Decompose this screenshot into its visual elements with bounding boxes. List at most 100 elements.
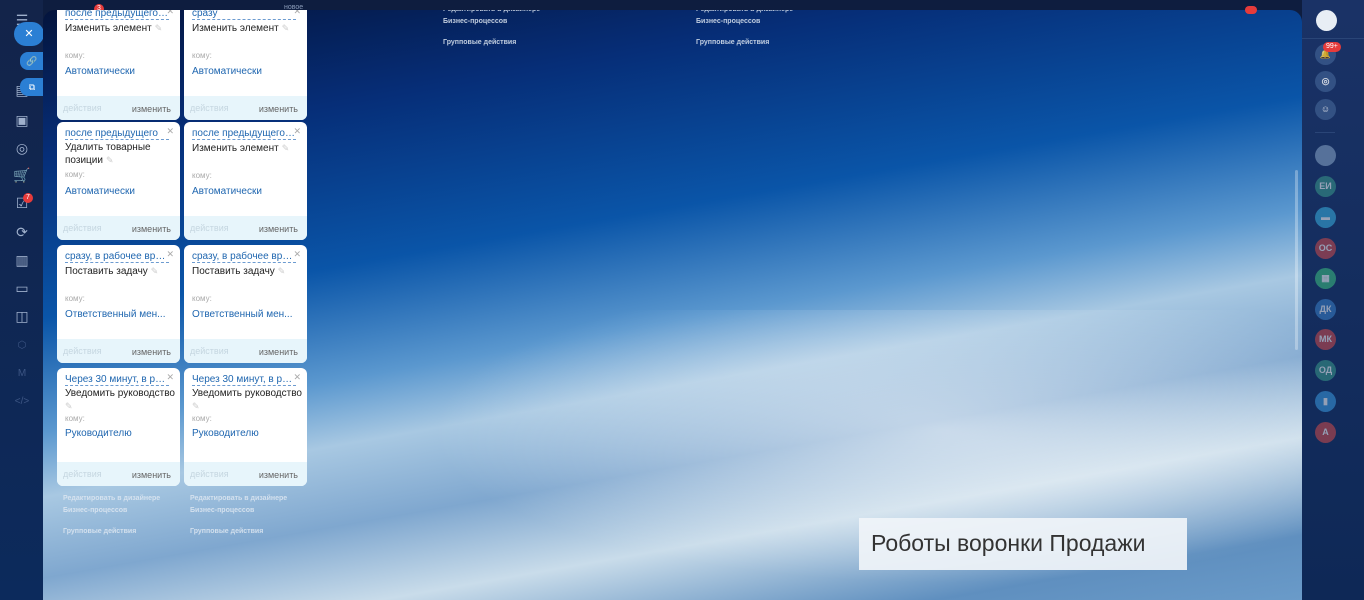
edit-button[interactable]: изменить	[132, 470, 171, 480]
close-icon[interactable]: ✕	[293, 126, 301, 137]
robot-condition-link[interactable]: после предыдущего, п...	[65, 10, 169, 20]
messages-icon[interactable]: ☺	[1315, 99, 1336, 120]
card-footer: действия изменить	[184, 339, 307, 363]
robot-card[interactable]: Через 30 минут, в раб... ✕ Уведомить рук…	[184, 368, 307, 486]
robots-panel: после предыдущего, п... ✕ Изменить элеме…	[43, 10, 1302, 600]
pencil-icon[interactable]: ✎	[151, 266, 159, 276]
bp-link[interactable]: Бизнес-процессов	[696, 16, 793, 28]
robot-condition-link[interactable]: сразу	[192, 10, 296, 20]
group-actions-link[interactable]: Групповые действия	[190, 526, 287, 538]
close-icon[interactable]: ✕	[166, 372, 174, 383]
close-button[interactable]: ✕	[14, 22, 44, 46]
box-icon[interactable]: ⬡	[12, 336, 32, 356]
contact-avatar[interactable]: ЕИ	[1315, 176, 1336, 197]
edit-button[interactable]: изменить	[132, 347, 171, 357]
card-footer: действия изменить	[57, 339, 180, 363]
responsible-link[interactable]: Ответственный мен...	[65, 309, 166, 320]
column-footer: Редактировать в дизайнереБизнес-процессо…	[696, 10, 793, 49]
news-icon[interactable]: ▦	[1315, 268, 1336, 289]
contact-avatar[interactable]: А	[1315, 422, 1336, 443]
open-new-window-button[interactable]: ⧉	[20, 78, 44, 96]
responsible-link[interactable]: Руководителю	[65, 428, 132, 439]
contact-avatar[interactable]	[1315, 145, 1336, 166]
edit-button[interactable]: изменить	[259, 470, 298, 480]
card-footer: действия изменить	[57, 96, 180, 120]
pencil-icon[interactable]: ✎	[192, 400, 302, 412]
scrollbar[interactable]	[1295, 170, 1298, 350]
responsible-link[interactable]: Автоматически	[65, 66, 135, 77]
responsible-link[interactable]: Автоматически	[192, 186, 262, 197]
pencil-icon[interactable]: ✎	[106, 155, 114, 165]
card-footer: действия изменить	[184, 462, 307, 486]
chat-history-icon[interactable]: ◎	[1315, 71, 1336, 92]
close-icon[interactable]: ✕	[166, 249, 174, 260]
responsible-link[interactable]: Руководителю	[192, 428, 259, 439]
close-icon[interactable]: ✕	[293, 372, 301, 383]
cart-icon[interactable]: 🛒	[12, 165, 32, 185]
edit-button[interactable]: изменить	[259, 347, 298, 357]
automation-icon[interactable]: ⟳	[12, 222, 32, 242]
responsible-link[interactable]: Автоматически	[192, 66, 262, 77]
robot-condition-link[interactable]: после предыдущего	[65, 128, 169, 140]
actions-label: действия	[190, 103, 229, 113]
robot-condition-link[interactable]: Через 30 минут, в раб...	[65, 374, 169, 386]
close-icon[interactable]: ✕	[293, 249, 301, 260]
market-icon[interactable]: M	[12, 364, 32, 384]
pencil-icon[interactable]: ✎	[282, 23, 290, 33]
close-icon[interactable]: ✕	[293, 10, 301, 17]
group-actions-link[interactable]: Групповые действия	[443, 37, 540, 49]
column-footer: Редактировать в дизайнереБизнес-процессо…	[63, 493, 160, 538]
robot-condition-link[interactable]: после предыдущего, п...	[192, 128, 296, 140]
edit-button[interactable]: изменить	[259, 224, 298, 234]
bookmark-icon[interactable]: ▮	[1315, 391, 1336, 412]
bp-link[interactable]: Бизнес-процессов	[443, 16, 540, 28]
robot-condition-link[interactable]: сразу, в рабочее врем...	[65, 251, 169, 263]
robot-card[interactable]: сразу, в рабочее врем... ✕ Поставить зад…	[184, 245, 307, 363]
group-actions-link[interactable]: Групповые действия	[696, 37, 793, 49]
contact-avatar[interactable]: ДК	[1315, 299, 1336, 320]
contact-avatar[interactable]: ОС	[1315, 238, 1336, 259]
responsible-link[interactable]: Автоматически	[65, 186, 135, 197]
close-icon[interactable]: ✕	[166, 10, 174, 17]
robot-card[interactable]: после предыдущего, п... ✕ Изменить элеме…	[184, 122, 307, 240]
edit-button[interactable]: изменить	[132, 104, 171, 114]
contact-avatar[interactable]: ОД	[1315, 360, 1336, 381]
edit-button[interactable]: изменить	[132, 224, 171, 234]
robot-card[interactable]: сразу, в рабочее врем... ✕ Поставить зад…	[57, 245, 180, 363]
robot-action: Поставить задачу	[65, 266, 148, 277]
robot-card[interactable]: после предыдущего, п... ✕ Изменить элеме…	[57, 10, 180, 120]
pencil-icon[interactable]: ✎	[65, 400, 175, 412]
bp-link[interactable]: Бизнес-процессов	[190, 505, 287, 517]
robot-icon[interactable]: ◫	[12, 306, 32, 326]
user-avatar[interactable]	[1316, 10, 1337, 31]
edit-designer-link[interactable]: Редактировать в дизайнере	[190, 493, 287, 505]
contact-avatar[interactable]: МК	[1315, 329, 1336, 350]
code-icon[interactable]: </>	[12, 392, 32, 412]
page-caption: Роботы воронки Продажи	[859, 518, 1187, 570]
copy-link-button[interactable]: 🔗	[20, 52, 44, 70]
pencil-icon[interactable]: ✎	[155, 23, 163, 33]
edit-designer-link[interactable]: Редактировать в дизайнере	[63, 493, 160, 505]
robot-card[interactable]: Через 30 минут, в раб... ✕ Уведомить рук…	[57, 368, 180, 486]
to-label: кому:	[65, 51, 85, 60]
card-footer: действия изменить	[57, 216, 180, 240]
edit-button[interactable]: изменить	[259, 104, 298, 114]
robot-condition-link[interactable]: сразу, в рабочее врем...	[192, 251, 296, 263]
robot-condition-link[interactable]: Через 30 минут, в раб...	[192, 374, 296, 386]
pencil-icon[interactable]: ✎	[282, 143, 290, 153]
responsible-link[interactable]: Ответственный мен...	[192, 309, 293, 320]
group-actions-link[interactable]: Групповые действия	[63, 526, 160, 538]
analytics-icon[interactable]: ▥	[12, 250, 32, 270]
bp-link[interactable]: Бизнес-процессов	[63, 505, 160, 517]
robot-card[interactable]: сразу ✕ Изменить элемент ✎ кому: Автомати…	[184, 10, 307, 120]
target-icon[interactable]: ◎	[12, 138, 32, 158]
close-icon[interactable]: ✕	[166, 126, 174, 137]
card-footer: действия изменить	[184, 96, 307, 120]
sites-icon[interactable]: ▭	[12, 278, 32, 298]
store-icon[interactable]: ▣	[12, 110, 32, 130]
robot-card[interactable]: после предыдущего ✕ Удалить товарные поз…	[57, 122, 180, 240]
chat-icon[interactable]: ▬	[1315, 207, 1336, 228]
pencil-icon[interactable]: ✎	[278, 266, 286, 276]
card-footer: действия изменить	[184, 216, 307, 240]
to-label: кому:	[192, 171, 212, 180]
